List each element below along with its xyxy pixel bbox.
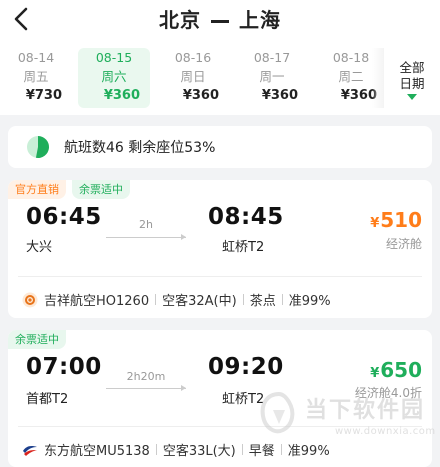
info-separator (281, 294, 283, 305)
arrival-airport: 虹桥T2 (222, 240, 265, 255)
destination-city: 上海 (239, 8, 281, 32)
date-tab-0815[interactable]: 08-15 周六 ¥360 (78, 48, 150, 108)
airline-flight-number: 东方航空MU5138 (44, 444, 150, 459)
card-divider (18, 276, 422, 277)
flight-duration: 2h (139, 218, 153, 231)
badge-row: 余票适中 (8, 330, 72, 350)
cabin-class: 经济舱4.0折 (354, 386, 422, 400)
route-title: 北京 上海 (0, 4, 440, 33)
flight-summary: 航班数46 剩余座位53% (8, 126, 432, 168)
departure-airport: 首都T2 (26, 392, 69, 407)
availability-badge: 余票适中 (72, 180, 130, 199)
weekday-label: 周五 (23, 69, 49, 84)
on-time-rate: 准99% (287, 444, 330, 459)
official-badge: 官方直销 (8, 180, 66, 199)
currency-symbol: ¥ (370, 366, 380, 381)
date-price: ¥360 (182, 88, 219, 103)
scroll-fade (372, 48, 384, 108)
price-value: 510 (380, 208, 422, 232)
date-label: 08-16 (174, 50, 212, 65)
departure-airport: 大兴 (26, 240, 53, 255)
flight-duration: 2h20m (126, 370, 166, 383)
flight-card[interactable]: 余票适中 07:00 首都T2 2h20m 09:20 虹桥T2 ¥650 经济… (8, 330, 432, 467)
date-label: 08-14 (17, 50, 55, 65)
departure-time: 06:45 (26, 204, 102, 230)
all-dates-label-2: 日期 (399, 76, 425, 91)
flight-info-row: 吉祥航空HO1260 空客32A(中) 茶点 准99% (22, 290, 331, 309)
chevron-down-icon (407, 94, 417, 100)
date-price: ¥730 (25, 88, 62, 103)
date-selector: 08-14 周五 ¥730 08-15 周六 ¥360 08-16 周日 ¥36… (0, 40, 440, 115)
date-tab-0817[interactable]: 08-17 周一 ¥360 (236, 48, 308, 108)
summary-text: 航班数46 剩余座位53% (64, 140, 216, 156)
arrival-time: 09:20 (208, 354, 284, 380)
arrival-airport: 虹桥T2 (222, 392, 265, 407)
all-dates-label-1: 全部 (399, 60, 425, 75)
arrival-time: 08:45 (208, 204, 284, 230)
cabin-class: 经济舱 (385, 237, 422, 251)
aircraft-type: 空客32A(中) (162, 294, 237, 309)
info-separator (280, 444, 282, 455)
duration-arrow (106, 385, 186, 391)
on-time-rate: 准99% (288, 294, 331, 309)
juneyao-logo-icon (22, 292, 38, 307)
card-divider (18, 426, 422, 427)
duration-arrow (106, 234, 186, 240)
origin-city: 北京 (159, 8, 201, 32)
aircraft-type: 空客33L(大) (162, 444, 236, 459)
flight-price: ¥650 (370, 358, 422, 382)
date-label: 08-17 (253, 50, 291, 65)
info-separator (241, 444, 243, 455)
flight-price: ¥510 (370, 208, 422, 232)
pie-chart-icon (27, 136, 49, 158)
weekday-label: 周一 (259, 69, 285, 84)
info-separator (242, 294, 244, 305)
route-separator (211, 20, 229, 23)
flight-card[interactable]: 官方直销 余票适中 06:45 大兴 2h 08:45 虹桥T2 ¥510 经济… (8, 180, 432, 318)
date-price: ¥360 (261, 88, 298, 103)
all-dates-button[interactable]: 全部 日期 (384, 48, 440, 112)
china-eastern-logo-icon (23, 445, 37, 456)
badge-row: 官方直销 余票适中 (8, 180, 136, 200)
airline-flight-number: 吉祥航空HO1260 (44, 294, 150, 309)
weekday-label: 周六 (101, 69, 127, 84)
date-tab-0814[interactable]: 08-14 周五 ¥730 (0, 48, 72, 108)
availability-badge: 余票适中 (8, 330, 66, 349)
date-label: 08-15 (95, 50, 133, 65)
date-tab-0816[interactable]: 08-16 周日 ¥360 (157, 48, 229, 108)
weekday-label: 周日 (180, 69, 206, 84)
meal-info: 早餐 (248, 444, 275, 459)
currency-symbol: ¥ (370, 216, 380, 231)
departure-time: 07:00 (26, 354, 102, 380)
price-value: 650 (380, 358, 422, 382)
date-price: ¥360 (103, 88, 140, 103)
top-bar: 北京 上海 (0, 0, 440, 40)
info-separator (155, 294, 157, 305)
meal-info: 茶点 (249, 294, 276, 309)
info-separator (155, 444, 157, 455)
flight-info-row: 东方航空MU5138 空客33L(大) 早餐 准99% (22, 440, 330, 459)
